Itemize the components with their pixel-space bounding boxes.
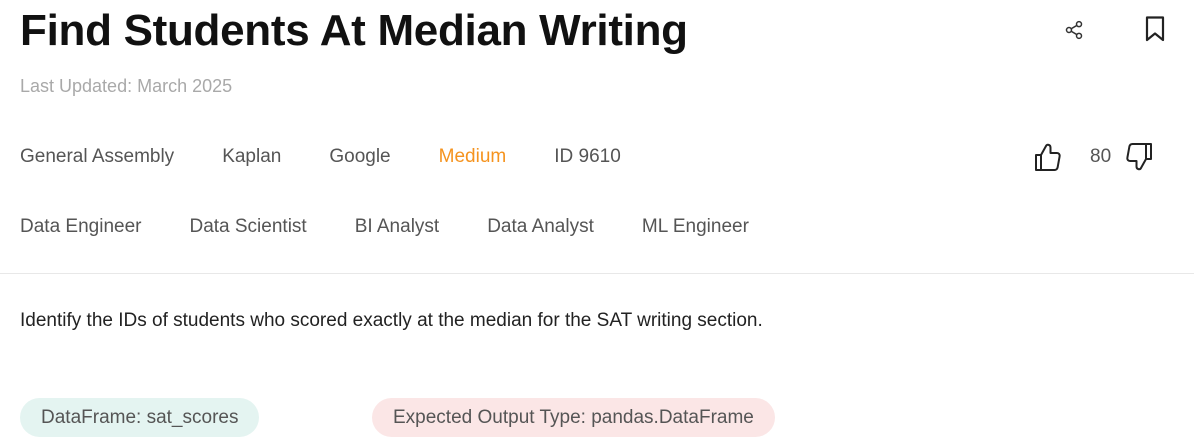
role-tags: Data Engineer Data Scientist BI Analyst … xyxy=(20,215,749,239)
expected-output-pill: Expected Output Type: pandas.DataFrame xyxy=(372,398,775,437)
vote-count: 80 xyxy=(1090,146,1112,167)
bookmark-button[interactable] xyxy=(1141,15,1169,43)
downvote-button[interactable] xyxy=(1126,142,1154,172)
dataframe-pill-label: DataFrame: sat_scores xyxy=(41,406,239,428)
company-tag-google[interactable]: Google xyxy=(329,146,390,168)
role-tag-ml-engineer[interactable]: ML Engineer xyxy=(642,216,749,238)
role-tag-data-scientist[interactable]: Data Scientist xyxy=(189,216,306,238)
role-tag-data-engineer[interactable]: Data Engineer xyxy=(20,216,141,238)
question-description: Identify the IDs of students who scored … xyxy=(20,310,763,331)
page-title: Find Students At Median Writing xyxy=(20,6,688,55)
company-tag-general-assembly[interactable]: General Assembly xyxy=(20,146,174,168)
role-tag-bi-analyst[interactable]: BI Analyst xyxy=(355,216,440,238)
vote-controls: 80 xyxy=(1033,141,1154,173)
thumbs-down-icon xyxy=(1126,143,1153,171)
share-icon xyxy=(1065,20,1083,40)
meta-tags: General Assembly Kaplan Google Medium ID… xyxy=(20,145,621,169)
expected-output-label: Expected Output Type: pandas.DataFrame xyxy=(393,406,754,428)
difficulty-tag[interactable]: Medium xyxy=(439,146,507,168)
question-page: Find Students At Median Writing Last Upd… xyxy=(0,0,1194,442)
thumbs-up-icon xyxy=(1035,143,1061,171)
last-updated: Last Updated: March 2025 xyxy=(20,76,233,96)
upvote-button[interactable] xyxy=(1033,142,1061,172)
company-tag-kaplan[interactable]: Kaplan xyxy=(222,146,281,168)
question-id: ID 9610 xyxy=(554,146,621,167)
role-tag-data-analyst[interactable]: Data Analyst xyxy=(487,216,594,238)
share-button[interactable] xyxy=(1060,16,1088,44)
divider xyxy=(0,273,1194,274)
dataframe-pill[interactable]: DataFrame: sat_scores xyxy=(20,398,260,437)
bookmark-icon xyxy=(1145,16,1165,42)
